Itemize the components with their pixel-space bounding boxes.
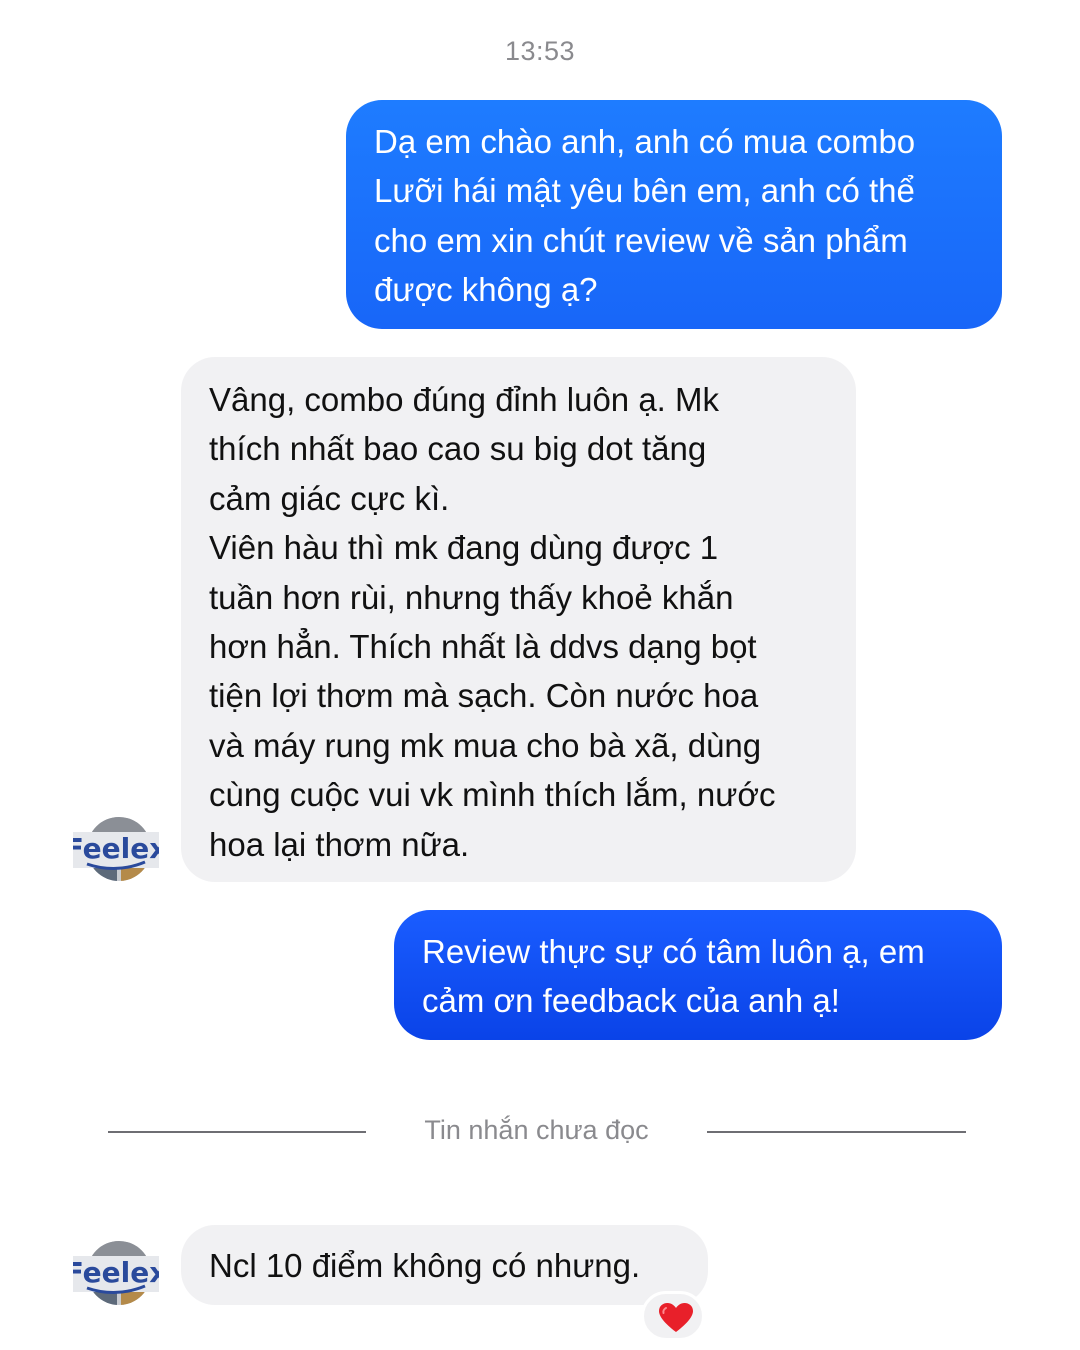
message-reaction[interactable] bbox=[641, 1291, 705, 1341]
incoming-message-bubble[interactable]: Vâng, combo đúng đỉnh luôn ạ. Mk thích n… bbox=[181, 357, 856, 882]
feelex-logo-icon: Feelex bbox=[65, 817, 167, 881]
sender-avatar[interactable]: Feelex bbox=[65, 816, 167, 882]
svg-text:Feelex: Feelex bbox=[73, 832, 159, 865]
heart-icon bbox=[659, 1303, 693, 1332]
outgoing-message-bubble[interactable]: Review thực sự có tâm luôn ạ, em cảm ơn … bbox=[394, 910, 1002, 1040]
svg-text:Feelex: Feelex bbox=[73, 1256, 159, 1289]
feelex-logo-icon: Feelex bbox=[65, 1241, 167, 1305]
unread-divider-line bbox=[707, 1131, 966, 1133]
unread-divider-line bbox=[108, 1131, 366, 1133]
message-timestamp: 13:53 bbox=[504, 36, 576, 66]
sender-avatar[interactable]: Feelex bbox=[65, 1240, 167, 1306]
unread-divider-label: Tin nhắn chưa đọc bbox=[424, 1115, 649, 1145]
outgoing-message-bubble[interactable]: Dạ em chào anh, anh có mua combo Lưỡi há… bbox=[346, 100, 1002, 329]
incoming-message-bubble[interactable]: Ncl 10 điểm không có nhưng. bbox=[181, 1225, 708, 1305]
